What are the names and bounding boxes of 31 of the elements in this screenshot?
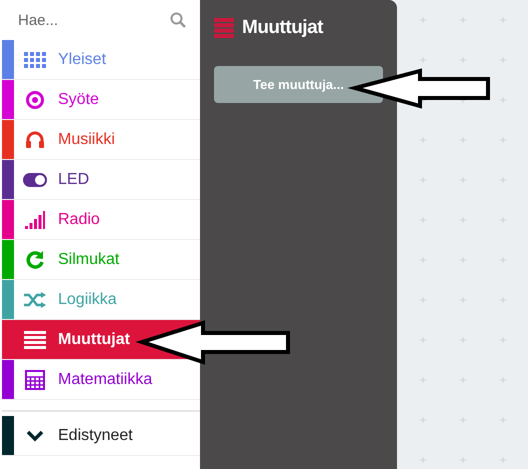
- category-item[interactable]: Matematiikka: [2, 360, 200, 400]
- category-label: Logiikka: [58, 290, 117, 308]
- category-item[interactable]: Yleiset: [2, 40, 200, 80]
- category-item[interactable]: Edistyneet: [2, 416, 200, 456]
- category-label: Musiikki: [58, 130, 115, 148]
- category-label: Silmukat: [58, 250, 120, 268]
- flyout-title: Muuttujat: [242, 17, 323, 39]
- toggle-icon: [23, 172, 47, 186]
- category-label: Yleiset: [58, 50, 106, 68]
- category-label: Matematiikka: [58, 370, 152, 388]
- grid-icon: [24, 52, 46, 68]
- category-item[interactable]: Silmukat: [2, 240, 200, 280]
- category-item[interactable]: LED: [2, 160, 200, 200]
- category-label: LED: [58, 170, 90, 188]
- search-icon: [170, 12, 186, 28]
- make-variable-button[interactable]: Tee muuttuja...: [214, 66, 383, 103]
- chevron-icon: [26, 430, 44, 442]
- category-item[interactable]: Syöte: [2, 80, 200, 120]
- list-icon: [24, 330, 46, 348]
- category-item[interactable]: Musiikki: [2, 120, 200, 160]
- headphones-icon: [25, 130, 45, 150]
- category-label: Muuttujat: [58, 330, 130, 348]
- calculator-icon: [25, 370, 45, 390]
- search-field[interactable]: Hae...: [18, 12, 148, 28]
- category-item[interactable]: Radio: [2, 200, 200, 240]
- refresh-icon: [25, 250, 45, 270]
- target-icon: [25, 90, 45, 110]
- shuffle-icon: [24, 292, 46, 308]
- category-label: Radio: [58, 210, 100, 228]
- category-label: Syöte: [58, 90, 99, 108]
- signal-icon: [25, 210, 45, 228]
